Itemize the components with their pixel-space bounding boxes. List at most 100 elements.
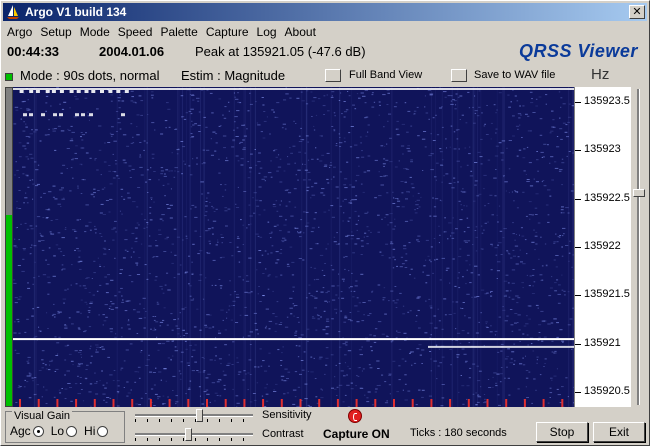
time-marker bbox=[523, 399, 526, 407]
qrss-dot bbox=[29, 90, 34, 93]
menu-palette[interactable]: Palette bbox=[156, 25, 201, 39]
noise-streak bbox=[244, 87, 246, 407]
noise-streak bbox=[144, 87, 146, 407]
menu-log[interactable]: Log bbox=[253, 25, 281, 39]
vertical-slider-thumb[interactable] bbox=[633, 189, 645, 197]
time-marker bbox=[505, 399, 508, 407]
time-marker bbox=[187, 399, 190, 407]
stop-button[interactable]: Stop bbox=[536, 422, 588, 442]
noise-streak bbox=[186, 87, 188, 407]
contrast-slider[interactable] bbox=[135, 428, 253, 442]
qrss-dot bbox=[76, 90, 81, 93]
qrss-dot bbox=[69, 90, 74, 93]
peak-readout: Peak at 135921.05 (-47.6 dB) bbox=[195, 44, 366, 59]
vertical-slider-track bbox=[637, 89, 640, 405]
menu-bar: Argo Setup Mode Speed Palette Capture Lo… bbox=[3, 22, 320, 41]
hi-label: Hi bbox=[84, 424, 96, 438]
status-row: 00:44:33 2004.01.06 Peak at 135921.05 (-… bbox=[7, 41, 647, 62]
window-title: Argo V1 build 134 bbox=[25, 5, 127, 19]
sensitivity-track bbox=[135, 414, 253, 417]
menu-speed[interactable]: Speed bbox=[114, 25, 157, 39]
noise-streak bbox=[177, 87, 179, 407]
hi-radio[interactable] bbox=[97, 425, 109, 437]
save-wav-button[interactable] bbox=[451, 69, 467, 82]
frequency-label: 135921.5 bbox=[584, 288, 630, 301]
qrss-dot bbox=[121, 113, 125, 117]
noise-streak bbox=[474, 87, 476, 407]
qrss-dot bbox=[53, 113, 57, 117]
frequency-label: 135920.5 bbox=[584, 385, 630, 398]
qrss-dot bbox=[89, 113, 93, 117]
agc-option[interactable]: Agc bbox=[10, 424, 44, 438]
noise-streak bbox=[434, 87, 436, 407]
top-carrier-trace bbox=[13, 88, 574, 90]
noise-streak bbox=[441, 87, 443, 407]
time-marker bbox=[542, 399, 545, 407]
spectrogram-waterfall[interactable] bbox=[13, 87, 574, 407]
noise-streak bbox=[502, 87, 504, 407]
noise-streak bbox=[571, 87, 573, 407]
time-marker bbox=[149, 399, 152, 407]
time-marker bbox=[318, 399, 321, 407]
menu-about[interactable]: About bbox=[281, 25, 320, 39]
sensitivity-slider[interactable] bbox=[135, 409, 253, 423]
frequency-tick bbox=[575, 343, 581, 345]
time-marker bbox=[486, 399, 489, 407]
mode-label: Mode : 90s dots, normal bbox=[20, 68, 160, 83]
menu-argo[interactable]: Argo bbox=[3, 25, 36, 39]
menu-capture[interactable]: Capture bbox=[202, 25, 253, 39]
frequency-tick bbox=[575, 150, 581, 152]
time-marker bbox=[19, 399, 21, 407]
frequency-label: 135923.5 bbox=[584, 94, 630, 107]
control-panel: Visual Gain Agc Lo Hi Sensitivity Contra… bbox=[1, 407, 650, 446]
noise-streak bbox=[330, 87, 332, 407]
qrss-dot bbox=[41, 113, 45, 117]
visual-gain-group: Visual Gain Agc Lo Hi bbox=[5, 410, 125, 443]
noise-streak bbox=[301, 87, 303, 407]
close-button[interactable]: ✕ bbox=[629, 5, 645, 19]
noise-streak bbox=[503, 87, 505, 407]
noise-streak bbox=[451, 87, 453, 407]
qrss-dot bbox=[91, 90, 96, 93]
noise-streak bbox=[203, 87, 205, 407]
noise-streak bbox=[254, 87, 256, 407]
menu-mode[interactable]: Mode bbox=[76, 25, 114, 39]
qrss-dot bbox=[116, 90, 121, 93]
vertical-scroll-slider[interactable] bbox=[633, 89, 645, 405]
exit-button[interactable]: Exit bbox=[593, 422, 645, 442]
agc-label: Agc bbox=[10, 424, 31, 438]
carrier-trace bbox=[13, 338, 574, 341]
qrss-dot bbox=[84, 90, 89, 93]
frequency-label: 135922 bbox=[584, 240, 621, 252]
unit-label: Hz bbox=[591, 66, 610, 83]
agc-radio[interactable] bbox=[32, 425, 44, 437]
title-bar[interactable]: Argo V1 build 134 ✕ bbox=[3, 3, 647, 21]
hi-option[interactable]: Hi bbox=[84, 424, 109, 438]
menu-setup[interactable]: Setup bbox=[36, 25, 75, 39]
secondary-trace bbox=[428, 345, 574, 348]
time-marker bbox=[374, 399, 377, 407]
noise-streak bbox=[33, 87, 35, 407]
qrss-dot bbox=[45, 90, 50, 93]
lo-radio[interactable] bbox=[66, 425, 78, 437]
qrss-dot bbox=[35, 90, 40, 93]
full-band-view-button[interactable] bbox=[325, 69, 341, 82]
time-marker bbox=[262, 399, 265, 407]
sensitivity-ticks bbox=[135, 419, 253, 422]
noise-streak bbox=[431, 87, 433, 407]
estim-label: Estim : Magnitude bbox=[181, 68, 286, 83]
noise-streak bbox=[250, 87, 252, 407]
frequency-label: 135921 bbox=[584, 336, 621, 349]
lo-option[interactable]: Lo bbox=[51, 424, 78, 438]
noise-streak bbox=[480, 87, 482, 407]
app-window: Argo V1 build 134 ✕ Argo Setup Mode Spee… bbox=[0, 0, 650, 446]
frequency-scale: 135923.5 135923 135922.5 135922 135921.5 1359… bbox=[574, 87, 631, 407]
qrss-dot bbox=[23, 113, 27, 117]
qrss-dot bbox=[81, 113, 85, 117]
visual-gain-title: Visual Gain bbox=[12, 410, 73, 422]
qrss-dot bbox=[108, 90, 113, 93]
noise-streak bbox=[457, 87, 459, 407]
contrast-ticks bbox=[135, 438, 253, 441]
time-marker bbox=[206, 399, 208, 407]
clock-time: 00:44:33 bbox=[7, 44, 60, 59]
